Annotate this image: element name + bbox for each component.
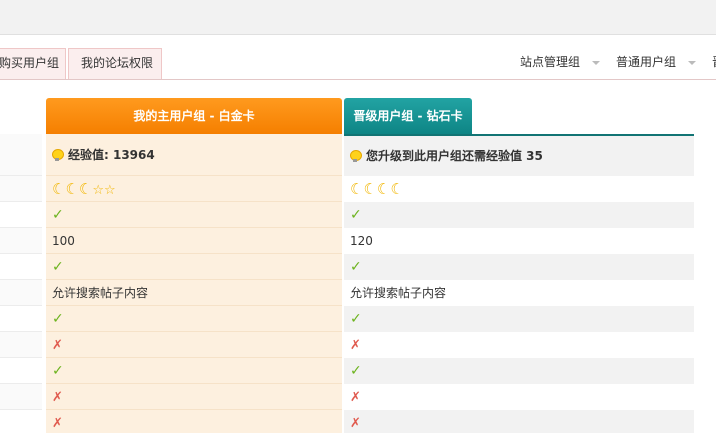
main-group-value: 100 bbox=[52, 234, 75, 248]
check-icon: ✓ bbox=[52, 259, 64, 275]
main-group-row: 允许搜索帖子内容 bbox=[46, 280, 342, 306]
next-group-column: 晋级用户组 - 钻石卡 您升级到此用户组还需经验值 35 ☾☾☾☾ ✓ 120 … bbox=[344, 98, 694, 433]
check-icon: ✓ bbox=[52, 207, 64, 223]
main-group-value: 允许搜索帖子内容 bbox=[52, 286, 149, 300]
tab-divider bbox=[0, 79, 716, 80]
cross-icon: ✗ bbox=[350, 416, 361, 431]
next-group-row: ✗ bbox=[344, 384, 694, 410]
chevron-down-icon bbox=[688, 60, 697, 65]
next-group-exp-row: 您升级到此用户组还需经验值 35 bbox=[344, 136, 694, 176]
next-group-value: 允许搜索帖子内容 bbox=[350, 286, 447, 300]
group-more-label: 晋 bbox=[712, 55, 716, 69]
group-more-dropdown[interactable]: 晋 bbox=[712, 52, 716, 72]
next-group-row: ✗ bbox=[344, 410, 694, 433]
cross-icon: ✗ bbox=[52, 390, 63, 405]
left-row bbox=[0, 410, 42, 433]
left-row bbox=[0, 332, 42, 358]
star-icon: ☆ bbox=[92, 183, 105, 198]
moon-icon: ☾ bbox=[52, 180, 66, 198]
moon-icon: ☾ bbox=[65, 180, 79, 198]
main-group-row: ✗ bbox=[46, 410, 342, 433]
left-row bbox=[0, 280, 42, 306]
tab-my-forum-permissions[interactable]: 我的论坛权限 bbox=[68, 48, 162, 79]
main-group-rank-row: ☾☾☾☆☆ bbox=[46, 176, 342, 202]
moon-icon: ☾ bbox=[350, 180, 364, 198]
left-row bbox=[0, 384, 42, 410]
left-row bbox=[0, 134, 42, 176]
check-icon: ✓ bbox=[350, 207, 362, 223]
cross-icon: ✗ bbox=[350, 338, 361, 353]
left-row bbox=[0, 176, 42, 202]
main-group-row: ✓ bbox=[46, 202, 342, 228]
main-group-row: ✓ bbox=[46, 254, 342, 280]
moon-icon: ☾ bbox=[376, 180, 391, 198]
next-group-row: ✓ bbox=[344, 358, 694, 384]
next-group-row: ✓ bbox=[344, 254, 694, 280]
next-group-header: 晋级用户组 - 钻石卡 bbox=[344, 98, 472, 134]
main-group-exp: 经验值: 13964 bbox=[68, 148, 155, 162]
main-group-row: 100 bbox=[46, 228, 342, 254]
main-group-row: ✓ bbox=[46, 306, 342, 332]
lightbulb-icon bbox=[350, 150, 362, 162]
next-group-value: 120 bbox=[350, 234, 373, 248]
cross-icon: ✗ bbox=[52, 338, 63, 353]
left-row bbox=[0, 228, 42, 254]
next-group-row: ✗ bbox=[344, 332, 694, 358]
moon-icon: ☾ bbox=[363, 180, 377, 198]
group-normal-label: 普通用户组 bbox=[616, 55, 677, 69]
main-group-row: ✓ bbox=[46, 358, 342, 384]
group-normal-dropdown[interactable]: 普通用户组 bbox=[616, 52, 697, 72]
lightbulb-icon bbox=[52, 149, 64, 161]
check-icon: ✓ bbox=[350, 259, 362, 275]
next-group-row: 允许搜索帖子内容 bbox=[344, 280, 694, 306]
tab-buy-usergroup[interactable]: 购买用户组 bbox=[0, 48, 66, 79]
main-group-exp-row: 经验值: 13964 bbox=[46, 134, 342, 176]
moon-icon: ☾ bbox=[78, 180, 93, 198]
next-group-rank-row: ☾☾☾☾ bbox=[344, 176, 694, 202]
chevron-down-icon bbox=[592, 60, 601, 65]
group-site-admin-dropdown[interactable]: 站点管理组 bbox=[520, 52, 601, 72]
left-row bbox=[0, 358, 42, 384]
group-site-admin-label: 站点管理组 bbox=[520, 55, 581, 69]
cross-icon: ✗ bbox=[52, 416, 63, 431]
next-group-row: ✓ bbox=[344, 202, 694, 228]
main-group-row: ✗ bbox=[46, 332, 342, 358]
next-group-row: 120 bbox=[344, 228, 694, 254]
check-icon: ✓ bbox=[52, 363, 64, 379]
check-icon: ✓ bbox=[350, 311, 362, 327]
left-column-rows bbox=[0, 134, 42, 433]
main-group-row: ✗ bbox=[46, 384, 342, 410]
top-bar bbox=[0, 0, 716, 35]
main-group-column: 我的主用户组 - 白金卡 经验值: 13964 ☾☾☾☆☆ ✓ 100 ✓ 允许… bbox=[46, 98, 342, 433]
moon-icon: ☾ bbox=[390, 180, 404, 198]
left-row bbox=[0, 306, 42, 332]
main-group-header: 我的主用户组 - 白金卡 bbox=[46, 98, 342, 134]
check-icon: ✓ bbox=[350, 363, 362, 379]
next-group-row: ✓ bbox=[344, 306, 694, 332]
cross-icon: ✗ bbox=[350, 390, 361, 405]
left-row bbox=[0, 202, 42, 228]
star-icon: ☆ bbox=[104, 183, 116, 198]
left-row bbox=[0, 254, 42, 280]
check-icon: ✓ bbox=[52, 311, 64, 327]
next-group-exp: 您升级到此用户组还需经验值 35 bbox=[366, 149, 543, 163]
